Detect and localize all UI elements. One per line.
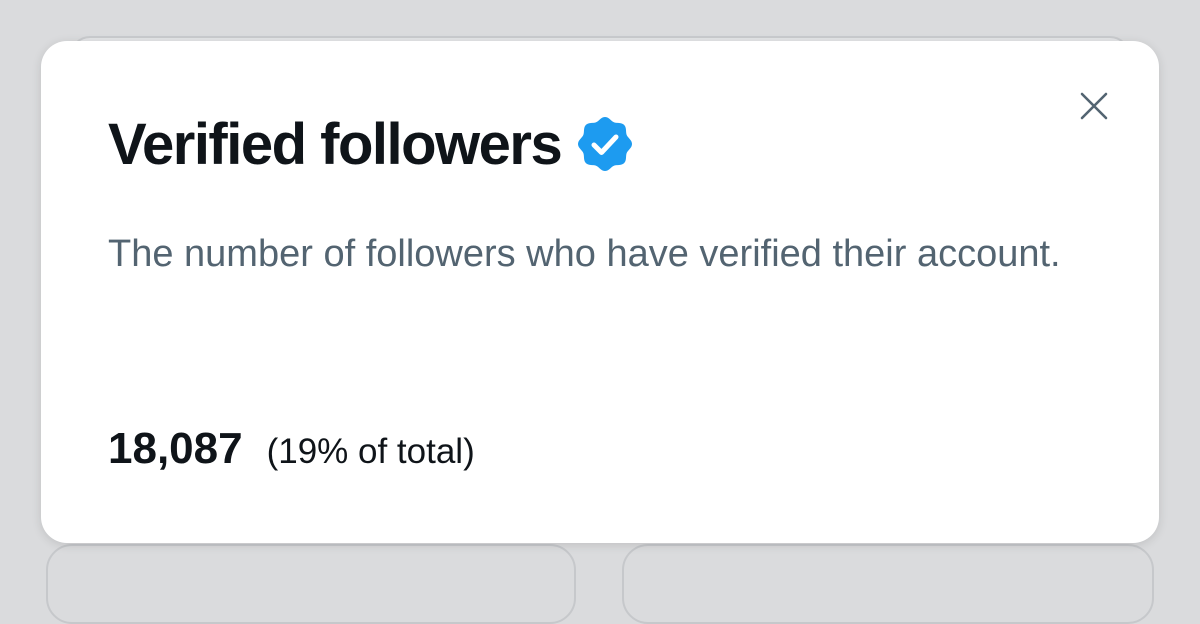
dialog-title: Verified followers [108, 111, 563, 177]
background-card-right [622, 544, 1154, 624]
title-row: Verified followers [108, 109, 633, 179]
verified-followers-dialog: Verified followers The number of followe… [41, 41, 1159, 543]
close-icon [1080, 92, 1108, 120]
verified-badge-icon [577, 116, 633, 172]
background-card-left [46, 544, 576, 624]
dialog-description: The number of followers who have verifie… [108, 233, 1061, 275]
verified-follower-count: 18,087 [108, 424, 243, 473]
close-button[interactable] [1075, 87, 1113, 125]
stat-row: 18,087 (19% of total) [108, 424, 475, 474]
verified-follower-percent: (19% of total) [266, 432, 475, 471]
